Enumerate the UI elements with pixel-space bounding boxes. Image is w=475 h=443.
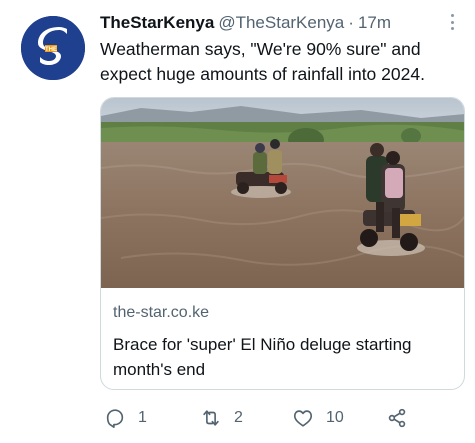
author-handle[interactable]: @TheStarKenya [218,13,344,33]
avatar[interactable]: THE [21,16,85,80]
retweet-count: 2 [234,409,243,426]
author-name[interactable]: TheStarKenya [100,13,214,33]
link-preview-card[interactable]: the-star.co.ke Brace for 'super' El Niño… [100,97,465,390]
separator-dot: · [348,13,354,32]
tweet-timestamp[interactable]: 17m [358,13,391,33]
svg-text:THE: THE [45,47,57,53]
tweet-text: Weatherman says, "We're 90% sure" and ex… [100,39,425,84]
reply-count: 1 [138,409,147,426]
like-count: 10 [326,409,344,426]
thestar-logo-icon: THE [21,16,85,80]
card-domain: the-star.co.ke [113,304,210,321]
tweet-header: TheStarKenya @TheStarKenya · 17m [100,11,455,35]
like-button[interactable]: 10 [292,405,344,431]
share-button[interactable] [386,405,408,431]
retweet-icon [203,410,219,426]
reply-icon [106,409,124,428]
heart-icon [293,410,313,427]
reply-button[interactable]: 1 [104,405,147,431]
card-image[interactable] [101,98,464,288]
more-options-icon[interactable] [443,12,461,32]
retweet-button[interactable]: 2 [200,405,243,431]
tweet-actions: 1 2 10 [104,405,444,431]
card-title[interactable]: Brace for 'super' El Niño deluge startin… [113,332,458,382]
share-icon [388,408,406,428]
